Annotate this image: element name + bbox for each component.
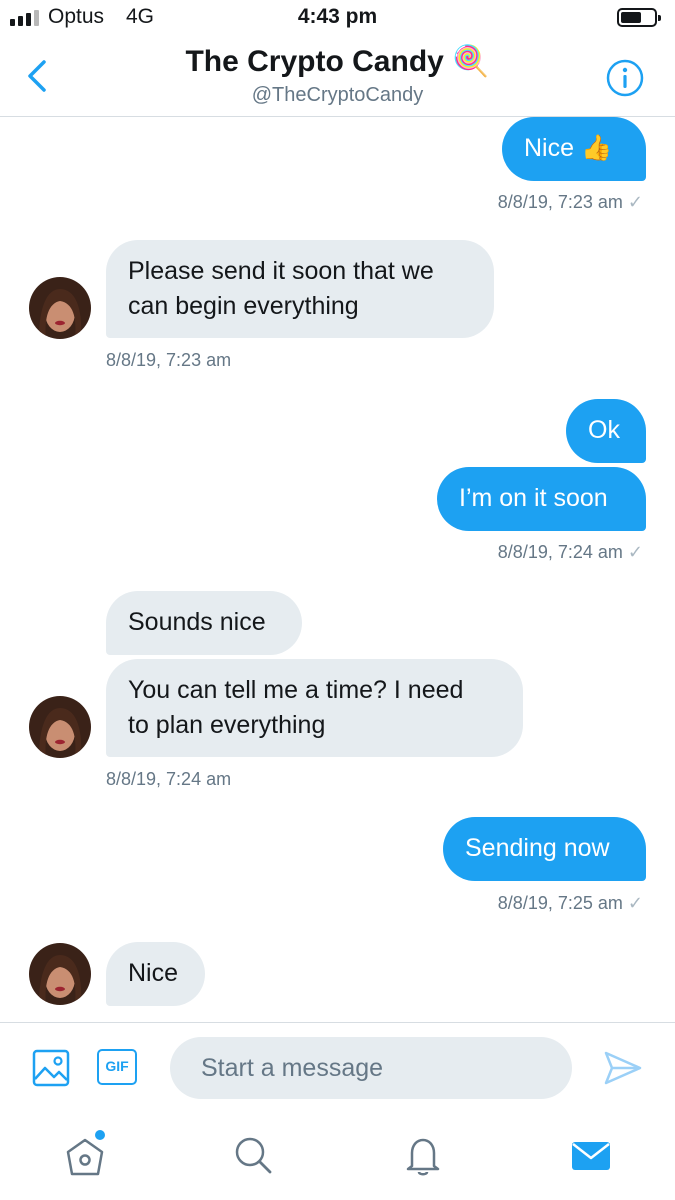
message-timestamp: 8/8/19, 7:24 am xyxy=(106,769,232,789)
outgoing-message[interactable]: Ok xyxy=(566,399,646,463)
incoming-message[interactable]: Sounds nice xyxy=(106,591,302,655)
message-text: Nice xyxy=(128,959,179,987)
message-text: to plan everything xyxy=(128,711,326,739)
conversation-header: The Crypto Candy 🍭 @TheCryptoCandy xyxy=(0,38,675,117)
message-composer: GIF Start a message xyxy=(0,1022,675,1115)
avatar[interactable] xyxy=(29,943,91,1005)
message-text: Sending now xyxy=(465,834,610,862)
incoming-message[interactable]: You can tell me a time? I need to plan e… xyxy=(106,659,523,757)
status-bar: Optus 4G 4:43 pm xyxy=(0,0,675,38)
image-icon[interactable] xyxy=(32,1049,70,1087)
battery-icon xyxy=(617,8,661,27)
notification-dot xyxy=(95,1130,105,1140)
sent-check-icon: ✓ xyxy=(627,893,643,913)
sent-check-icon: ✓ xyxy=(627,192,643,212)
gif-label: GIF xyxy=(105,1058,129,1074)
message-input-placeholder: Start a message xyxy=(201,1054,384,1082)
outgoing-message[interactable]: Sending now xyxy=(443,817,646,881)
message-text: You can tell me a time? I need xyxy=(128,676,464,704)
message-text: Sounds nice xyxy=(128,608,266,636)
info-icon[interactable] xyxy=(605,58,645,98)
avatar[interactable] xyxy=(29,696,91,758)
message-timestamp: 8/8/19, 7:23 am xyxy=(106,350,232,370)
conversation-title: The Crypto Candy 🍭 xyxy=(185,45,490,78)
messages-icon[interactable] xyxy=(566,1130,616,1180)
outgoing-message[interactable]: I’m on it soon xyxy=(437,467,646,531)
message-timestamp: 8/8/19, 7:23 am ✓ xyxy=(497,192,643,212)
message-timestamp: 8/8/19, 7:25 am ✓ xyxy=(497,893,643,913)
message-text: Ok xyxy=(588,416,620,444)
conversation-handle: @TheCryptoCandy xyxy=(251,84,424,106)
status-time: 4:43 pm xyxy=(297,5,378,28)
bottom-tab-bar xyxy=(0,1114,675,1200)
send-icon[interactable] xyxy=(603,1049,643,1087)
message-list[interactable]: Nice 👍 8/8/19, 7:23 am ✓ Please send it … xyxy=(0,117,675,1022)
sent-check-icon: ✓ xyxy=(627,542,643,562)
incoming-message[interactable]: Nice xyxy=(106,942,205,1006)
message-text: can begin everything xyxy=(128,292,359,320)
message-text: Nice 👍 xyxy=(524,134,613,162)
search-icon[interactable] xyxy=(228,1130,278,1180)
incoming-message[interactable]: Please send it soon that we can begin ev… xyxy=(106,240,494,338)
message-text: Please send it soon that we xyxy=(128,257,434,285)
notifications-bell-icon[interactable] xyxy=(398,1130,448,1180)
message-timestamp: 8/8/19, 7:24 am ✓ xyxy=(497,542,643,562)
outgoing-message[interactable]: Nice 👍 xyxy=(502,117,646,181)
gif-button[interactable]: GIF xyxy=(97,1049,137,1085)
message-input[interactable]: Start a message xyxy=(170,1037,572,1099)
message-text: I’m on it soon xyxy=(459,484,608,512)
avatar[interactable] xyxy=(29,277,91,339)
